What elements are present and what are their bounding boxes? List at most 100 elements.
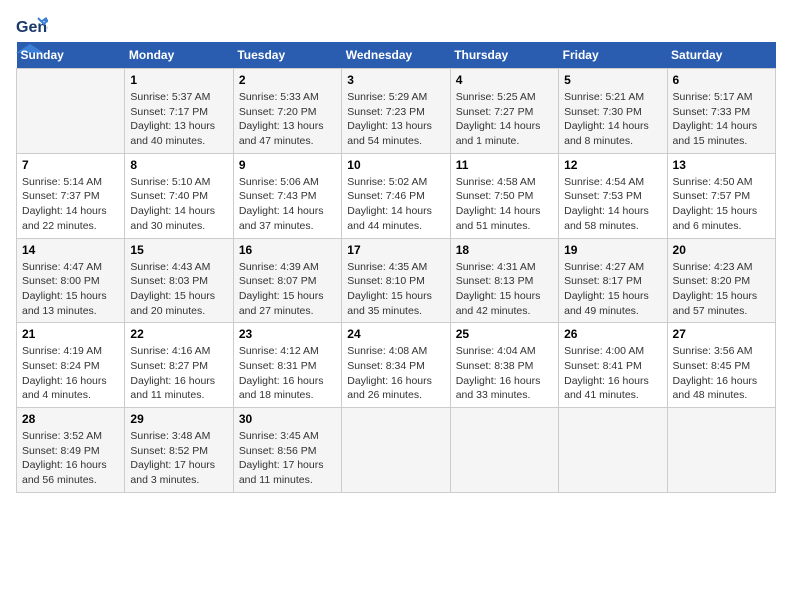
day-number: 16 <box>239 243 336 257</box>
day-info: Sunrise: 3:48 AM Sunset: 8:52 PM Dayligh… <box>130 429 227 488</box>
day-number: 17 <box>347 243 444 257</box>
calendar-cell: 24 Sunrise: 4:08 AM Sunset: 8:34 PM Dayli… <box>342 323 450 408</box>
calendar-cell: 8Sunrise: 5:10 AM Sunset: 7:40 PM Daylig… <box>125 153 233 238</box>
calendar-cell: 28 Sunrise: 3:52 AM Sunset: 8:49 PM Dayli… <box>17 408 125 493</box>
day-number: 11 <box>456 158 553 172</box>
calendar-cell: 25 Sunrise: 4:04 AM Sunset: 8:38 PM Dayli… <box>450 323 558 408</box>
day-info: Sunrise: 5:37 AM Sunset: 7:17 PM Dayligh… <box>130 90 227 149</box>
day-info: Sunrise: 4:43 AM Sunset: 8:03 PM Dayligh… <box>130 260 227 319</box>
calendar-cell: 21 Sunrise: 4:19 AM Sunset: 8:24 PM Dayli… <box>17 323 125 408</box>
day-number: 3 <box>347 73 444 87</box>
calendar-cell: 1 Sunrise: 5:37 AM Sunset: 7:17 PM Daylig… <box>125 69 233 154</box>
day-info: Sunrise: 4:39 AM Sunset: 8:07 PM Dayligh… <box>239 260 336 319</box>
day-number: 1 <box>130 73 227 87</box>
day-info: Sunrise: 3:56 AM Sunset: 8:45 PM Dayligh… <box>673 344 770 403</box>
calendar-cell: 7 Sunrise: 5:14 AM Sunset: 7:37 PM Daylig… <box>17 153 125 238</box>
calendar-cell: 13 Sunrise: 4:50 AM Sunset: 7:57 PM Dayli… <box>667 153 775 238</box>
calendar-cell: 23 Sunrise: 4:12 AM Sunset: 8:31 PM Dayli… <box>233 323 341 408</box>
day-info: Sunrise: 5:10 AM Sunset: 7:40 PM Dayligh… <box>130 175 227 234</box>
day-number: 6 <box>673 73 770 87</box>
day-info: Sunrise: 5:21 AM Sunset: 7:30 PM Dayligh… <box>564 90 661 149</box>
calendar-cell: 10 Sunrise: 5:02 AM Sunset: 7:46 PM Dayli… <box>342 153 450 238</box>
day-number: 25 <box>456 327 553 341</box>
calendar-cell: 16 Sunrise: 4:39 AM Sunset: 8:07 PM Dayli… <box>233 238 341 323</box>
day-header-monday: Monday <box>125 42 233 69</box>
calendar-cell: 20 Sunrise: 4:23 AM Sunset: 8:20 PM Dayli… <box>667 238 775 323</box>
day-info: Sunrise: 4:35 AM Sunset: 8:10 PM Dayligh… <box>347 260 444 319</box>
day-number: 24 <box>347 327 444 341</box>
day-info: Sunrise: 4:54 AM Sunset: 7:53 PM Dayligh… <box>564 175 661 234</box>
day-number: 13 <box>673 158 770 172</box>
day-info: Sunrise: 5:25 AM Sunset: 7:27 PM Dayligh… <box>456 90 553 149</box>
calendar-cell: 2Sunrise: 5:33 AM Sunset: 7:20 PM Daylig… <box>233 69 341 154</box>
day-info: Sunrise: 4:27 AM Sunset: 8:17 PM Dayligh… <box>564 260 661 319</box>
day-info: Sunrise: 3:45 AM Sunset: 8:56 PM Dayligh… <box>239 429 336 488</box>
day-info: Sunrise: 5:06 AM Sunset: 7:43 PM Dayligh… <box>239 175 336 234</box>
day-info: Sunrise: 4:19 AM Sunset: 8:24 PM Dayligh… <box>22 344 119 403</box>
calendar-cell: 14Sunrise: 4:47 AM Sunset: 8:00 PM Dayli… <box>17 238 125 323</box>
day-number: 12 <box>564 158 661 172</box>
day-info: Sunrise: 4:58 AM Sunset: 7:50 PM Dayligh… <box>456 175 553 234</box>
day-info: Sunrise: 5:17 AM Sunset: 7:33 PM Dayligh… <box>673 90 770 149</box>
day-number: 29 <box>130 412 227 426</box>
day-header-friday: Friday <box>559 42 667 69</box>
day-number: 4 <box>456 73 553 87</box>
day-info: Sunrise: 4:12 AM Sunset: 8:31 PM Dayligh… <box>239 344 336 403</box>
day-info: Sunrise: 5:02 AM Sunset: 7:46 PM Dayligh… <box>347 175 444 234</box>
logo: General <box>16 16 48 32</box>
day-number: 26 <box>564 327 661 341</box>
day-header-thursday: Thursday <box>450 42 558 69</box>
calendar-cell <box>17 69 125 154</box>
calendar-cell: 19 Sunrise: 4:27 AM Sunset: 8:17 PM Dayli… <box>559 238 667 323</box>
day-info: Sunrise: 4:23 AM Sunset: 8:20 PM Dayligh… <box>673 260 770 319</box>
day-number: 27 <box>673 327 770 341</box>
calendar-cell: 17 Sunrise: 4:35 AM Sunset: 8:10 PM Dayli… <box>342 238 450 323</box>
day-info: Sunrise: 3:52 AM Sunset: 8:49 PM Dayligh… <box>22 429 119 488</box>
calendar-cell: 18 Sunrise: 4:31 AM Sunset: 8:13 PM Dayli… <box>450 238 558 323</box>
day-number: 9 <box>239 158 336 172</box>
day-info: Sunrise: 4:04 AM Sunset: 8:38 PM Dayligh… <box>456 344 553 403</box>
calendar-cell: 3 Sunrise: 5:29 AM Sunset: 7:23 PM Daylig… <box>342 69 450 154</box>
day-number: 28 <box>22 412 119 426</box>
day-header-wednesday: Wednesday <box>342 42 450 69</box>
calendar-cell: 15Sunrise: 4:43 AM Sunset: 8:03 PM Dayli… <box>125 238 233 323</box>
day-info: Sunrise: 4:00 AM Sunset: 8:41 PM Dayligh… <box>564 344 661 403</box>
day-number: 19 <box>564 243 661 257</box>
day-number: 23 <box>239 327 336 341</box>
calendar-header-row: SundayMondayTuesdayWednesdayThursdayFrid… <box>17 42 776 69</box>
calendar-week-row: 7 Sunrise: 5:14 AM Sunset: 7:37 PM Daylig… <box>17 153 776 238</box>
calendar-cell: 27 Sunrise: 3:56 AM Sunset: 8:45 PM Dayli… <box>667 323 775 408</box>
calendar-cell: 12 Sunrise: 4:54 AM Sunset: 7:53 PM Dayli… <box>559 153 667 238</box>
day-number: 21 <box>22 327 119 341</box>
day-number: 7 <box>22 158 119 172</box>
day-number: 30 <box>239 412 336 426</box>
day-number: 18 <box>456 243 553 257</box>
day-number: 2 <box>239 73 336 87</box>
day-info: Sunrise: 4:50 AM Sunset: 7:57 PM Dayligh… <box>673 175 770 234</box>
calendar-cell: 4 Sunrise: 5:25 AM Sunset: 7:27 PM Daylig… <box>450 69 558 154</box>
day-info: Sunrise: 4:08 AM Sunset: 8:34 PM Dayligh… <box>347 344 444 403</box>
calendar-week-row: 21 Sunrise: 4:19 AM Sunset: 8:24 PM Dayli… <box>17 323 776 408</box>
day-info: Sunrise: 5:14 AM Sunset: 7:37 PM Dayligh… <box>22 175 119 234</box>
day-header-saturday: Saturday <box>667 42 775 69</box>
calendar-cell: 29 Sunrise: 3:48 AM Sunset: 8:52 PM Dayli… <box>125 408 233 493</box>
day-info: Sunrise: 4:31 AM Sunset: 8:13 PM Dayligh… <box>456 260 553 319</box>
day-info: Sunrise: 4:47 AM Sunset: 8:00 PM Dayligh… <box>22 260 119 319</box>
calendar-table: SundayMondayTuesdayWednesdayThursdayFrid… <box>16 42 776 493</box>
calendar-cell <box>450 408 558 493</box>
calendar-cell <box>342 408 450 493</box>
calendar-cell: 9 Sunrise: 5:06 AM Sunset: 7:43 PM Daylig… <box>233 153 341 238</box>
page-header: General <box>16 16 776 32</box>
day-number: 10 <box>347 158 444 172</box>
calendar-cell: 30 Sunrise: 3:45 AM Sunset: 8:56 PM Dayli… <box>233 408 341 493</box>
calendar-cell: 11 Sunrise: 4:58 AM Sunset: 7:50 PM Dayli… <box>450 153 558 238</box>
calendar-cell <box>667 408 775 493</box>
calendar-week-row: 14Sunrise: 4:47 AM Sunset: 8:00 PM Dayli… <box>17 238 776 323</box>
day-info: Sunrise: 5:29 AM Sunset: 7:23 PM Dayligh… <box>347 90 444 149</box>
day-header-tuesday: Tuesday <box>233 42 341 69</box>
calendar-cell: 22Sunrise: 4:16 AM Sunset: 8:27 PM Dayli… <box>125 323 233 408</box>
calendar-cell: 6 Sunrise: 5:17 AM Sunset: 7:33 PM Daylig… <box>667 69 775 154</box>
day-number: 5 <box>564 73 661 87</box>
svg-text:General: General <box>16 19 48 36</box>
day-number: 20 <box>673 243 770 257</box>
